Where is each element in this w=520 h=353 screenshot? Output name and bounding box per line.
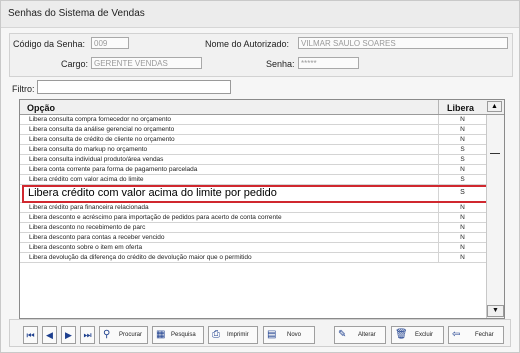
option-cell: Libera desconto sobre o item em oferta — [29, 244, 143, 251]
libera-cell[interactable]: N — [439, 214, 486, 221]
libera-cell[interactable]: N — [439, 234, 486, 241]
table-row[interactable]: Libera desconto para contas a receber ve… — [20, 233, 486, 243]
option-cell: Libera conta corrente para forma de paga… — [29, 166, 198, 173]
cargo-field[interactable]: GERENTE VENDAS — [91, 57, 202, 69]
option-cell: Libera consulta da análise gerencial no … — [29, 126, 175, 133]
libera-cell[interactable]: N — [439, 244, 486, 251]
table-row[interactable]: Libera desconto no recebimento de parc N — [20, 223, 486, 233]
trash-icon: 🗑 — [395, 329, 408, 340]
option-cell: Libera crédito para financeira relaciona… — [29, 204, 149, 211]
table-row[interactable]: Libera consulta compra fornecedor no orç… — [20, 115, 486, 125]
next-record-button[interactable]: ▶ — [61, 326, 76, 344]
window: Senhas do Sistema de Vendas Código da Se… — [0, 0, 520, 353]
libera-cell[interactable]: S — [439, 176, 486, 183]
cargo-label: Cargo: — [61, 59, 89, 69]
option-cell: Libera devolução da diferença do crédito… — [29, 254, 252, 261]
table-row-selected[interactable]: Libera crédito com valor acima do limite… — [20, 185, 486, 203]
table-row[interactable]: Libera crédito com valor acima do limite… — [20, 175, 486, 185]
next-icon: ▶ — [65, 330, 72, 340]
codigo-field[interactable]: 009 — [91, 37, 129, 49]
libera-cell[interactable]: N — [439, 204, 486, 211]
libera-cell[interactable]: N — [439, 166, 486, 173]
libera-cell[interactable]: N — [439, 254, 486, 261]
alterar-label: Alterar — [358, 332, 376, 338]
excluir-label: Excluir — [415, 332, 434, 338]
novo-button[interactable]: ▤ Novo — [263, 326, 315, 344]
last-record-button[interactable]: ⏭ — [80, 326, 95, 344]
procurar-label: Procurar — [119, 332, 143, 338]
first-record-button[interactable]: ⏮ — [23, 326, 38, 344]
table-row[interactable]: Libera consulta do markup no orçamento S — [20, 145, 486, 155]
libera-cell[interactable]: S — [439, 156, 486, 163]
autorizado-field[interactable]: VILMAR SAULO SOARES — [298, 37, 508, 49]
option-cell: Libera desconto no recebimento de parc — [29, 224, 146, 231]
binoculars-icon: ⚲ — [103, 329, 111, 340]
senha-field[interactable]: ***** — [298, 57, 359, 69]
printer-icon: ⎙ — [212, 329, 220, 340]
option-cell: Libera crédito com valor acima do limite… — [28, 187, 277, 199]
imprimir-label: Imprimir — [227, 332, 249, 338]
table-row[interactable]: Libera consulta individual produto/área … — [20, 155, 486, 165]
option-cell: Libera desconto e acréscimo para importa… — [29, 214, 282, 221]
excluir-button[interactable]: 🗑 Excluir — [391, 326, 444, 344]
libera-cell[interactable]: N — [439, 116, 486, 123]
window-title: Senhas do Sistema de Vendas — [8, 8, 145, 19]
filter-input[interactable] — [37, 80, 231, 94]
libera-cell[interactable]: S — [439, 189, 486, 196]
option-cell: Libera consulta compra fornecedor no orç… — [29, 116, 171, 123]
option-cell: Libera consulta do markup no orçamento — [29, 146, 148, 153]
last-icon: ⏭ — [83, 330, 92, 340]
title-bar: Senhas do Sistema de Vendas — [1, 1, 519, 28]
grid-header: Opção Libera ▲ — [20, 100, 504, 115]
libera-cell[interactable]: N — [439, 224, 486, 231]
fechar-label: Fechar — [475, 332, 494, 338]
table-row[interactable]: Libera consulta de crédito de cliente no… — [20, 135, 486, 145]
libera-cell[interactable]: N — [439, 126, 486, 133]
grid-icon: ▦ — [156, 329, 166, 340]
option-cell: Libera consulta individual produto/área … — [29, 156, 164, 163]
scroll-up-icon[interactable]: ▲ — [487, 101, 502, 112]
scroll-thumb[interactable] — [490, 153, 500, 154]
table-row[interactable]: Libera crédito para financeira relaciona… — [20, 203, 486, 213]
libera-cell[interactable]: N — [439, 136, 486, 143]
first-icon: ⏮ — [26, 330, 35, 340]
libera-cell[interactable]: S — [439, 146, 486, 153]
option-cell: Libera consulta de crédito de cliente no… — [29, 136, 175, 143]
options-grid: Opção Libera ▲ Libera consulta compra fo… — [19, 99, 505, 319]
table-row[interactable]: Libera consulta da análise gerencial no … — [20, 125, 486, 135]
imprimir-button[interactable]: ⎙ Imprimir — [208, 326, 258, 344]
table-row[interactable]: Libera devolução da diferença do crédito… — [20, 253, 486, 263]
option-cell: Libera crédito com valor acima do limite — [29, 176, 144, 183]
vertical-scrollbar[interactable]: ▼ — [486, 115, 504, 318]
column-header-libera[interactable]: Libera — [447, 103, 474, 113]
column-header-option[interactable]: Opção — [27, 103, 55, 113]
codigo-label: Código da Senha: — [13, 39, 86, 49]
procurar-button[interactable]: ⚲ Procurar — [99, 326, 148, 344]
form-panel: Código da Senha: 009 Nome do Autorizado:… — [9, 33, 513, 77]
novo-label: Novo — [287, 332, 302, 338]
previous-record-button[interactable]: ◀ — [42, 326, 57, 344]
table-row[interactable]: Libera conta corrente para forma de paga… — [20, 165, 486, 175]
pesquisa-button[interactable]: ▦ Pesquisa — [152, 326, 204, 344]
previous-icon: ◀ — [46, 330, 53, 340]
fechar-button[interactable]: ⇦ Fechar — [448, 326, 504, 344]
table-row[interactable]: Libera desconto sobre o item em oferta N — [20, 243, 486, 253]
autorizado-label: Nome do Autorizado: — [205, 39, 290, 49]
senha-label: Senha: — [266, 59, 295, 69]
option-cell: Libera desconto para contas a receber ve… — [29, 234, 165, 241]
filter-label: Filtro: — [12, 84, 35, 94]
edit-icon: ✎ — [338, 329, 347, 340]
header-divider — [438, 100, 439, 114]
exit-door-icon: ⇦ — [452, 329, 461, 340]
alterar-button[interactable]: ✎ Alterar — [334, 326, 386, 344]
scroll-down-icon[interactable]: ▼ — [487, 305, 504, 317]
toolbar: ⏮ ◀ ▶ ⏭ ⚲ Procurar ▦ Pesquisa ⎙ Imprimir… — [9, 319, 511, 347]
table-row[interactable]: Libera desconto e acréscimo para importa… — [20, 213, 486, 223]
pesquisa-label: Pesquisa — [171, 332, 196, 338]
new-record-icon: ▤ — [267, 329, 277, 340]
